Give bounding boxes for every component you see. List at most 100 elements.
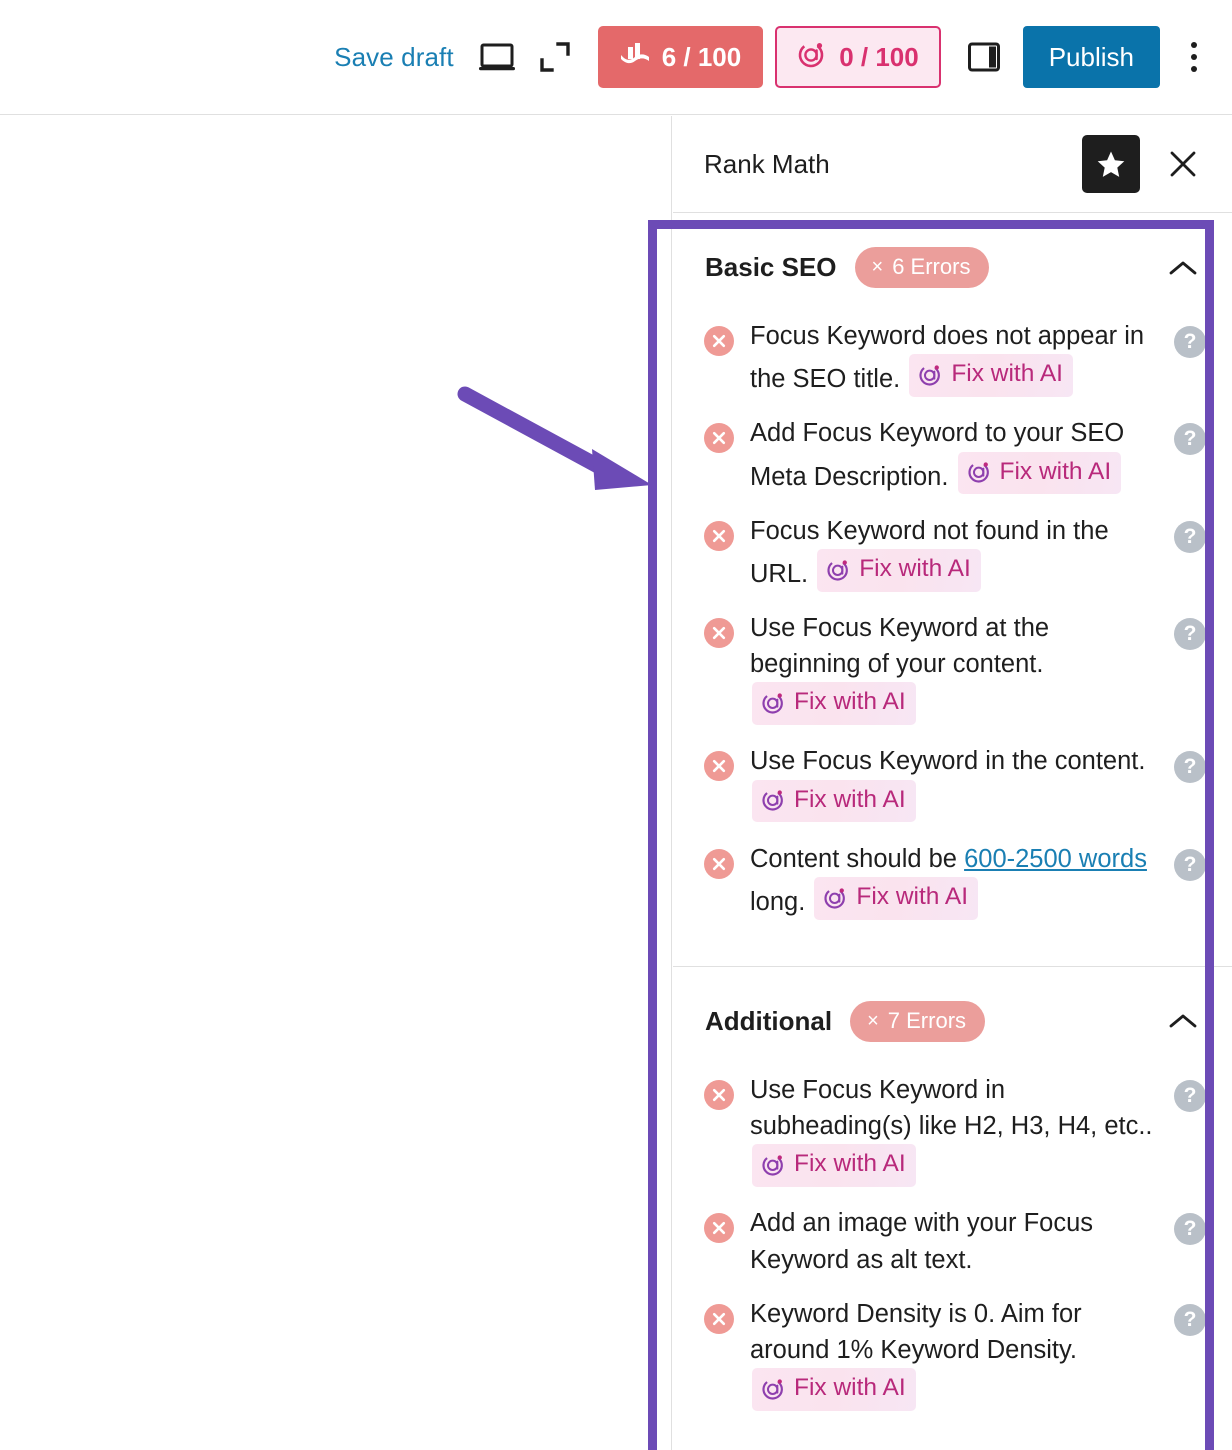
fix-with-ai-button[interactable]: Fix with AI — [909, 354, 1073, 397]
section-header[interactable]: Additional × 7 Errors — [673, 967, 1232, 1072]
item-text: Keyword Density is 0. Aim for around 1% … — [750, 1299, 1082, 1365]
item-message: Focus Keyword does not appear in the SEO… — [750, 318, 1162, 397]
seo-analysis-body: Basic SEO × 6 Errors Focus Keyword does not… — [673, 213, 1232, 1450]
help-icon[interactable]: ? — [1174, 1079, 1206, 1112]
fix-with-ai-button[interactable]: Fix with AI — [957, 451, 1122, 495]
fix-with-ai-label: Fix with AI — [794, 688, 906, 716]
help-icon[interactable]: ? — [1174, 326, 1206, 358]
badge-x-icon: × — [871, 256, 884, 278]
help-icon[interactable]: ? — [1174, 617, 1206, 650]
error-x-icon — [704, 1213, 734, 1244]
content-ai-icon — [761, 787, 786, 812]
item-text: long. — [750, 887, 813, 916]
fix-with-ai-button[interactable]: Fix with AI — [817, 548, 981, 592]
badge-x-icon: × — [867, 1009, 879, 1032]
fix-with-ai-button[interactable]: Fix with AI — [752, 682, 916, 726]
list-item: Use Focus Keyword at the beginning of yo… — [673, 610, 1232, 726]
editor-toolbar: Save draft 6 / 100 0 / 100 Publish — [0, 0, 1232, 115]
chevron-up-icon[interactable] — [1166, 251, 1200, 285]
item-text: Add an image with your Focus Keyword as … — [750, 1209, 1094, 1274]
section-items: Use Focus Keyword in subheading(s) like … — [673, 1072, 1232, 1450]
fix-with-ai-label: Fix with AI — [794, 1150, 906, 1178]
badge-label: 6 Errors — [892, 254, 971, 279]
more-options-icon[interactable] — [1172, 27, 1216, 87]
help-icon[interactable]: ? — [1174, 1213, 1206, 1246]
seo-section: Additional × 7 Errors Use Focus Keyword in … — [673, 967, 1232, 1450]
rank-math-score-icon — [620, 42, 650, 73]
section-title: Additional — [705, 1005, 833, 1036]
close-icon[interactable] — [1156, 137, 1210, 191]
fix-with-ai-label: Fix with AI — [794, 1374, 906, 1402]
content-ai-icon — [967, 459, 992, 484]
settings-sidebar-icon[interactable] — [955, 28, 1013, 86]
item-message: Use Focus Keyword in the content. Fix wi… — [750, 743, 1162, 823]
word-count-link[interactable]: 600-2500 words — [964, 845, 1147, 873]
error-x-icon — [704, 520, 734, 551]
item-message: Keyword Density is 0. Aim for around 1% … — [750, 1296, 1162, 1412]
fullscreen-icon[interactable] — [526, 28, 584, 86]
list-item: Content should be 600-2500 words long. F… — [673, 841, 1232, 920]
content-ai-icon — [761, 690, 786, 715]
device-preview-icon[interactable] — [468, 28, 526, 86]
fix-with-ai-button[interactable]: Fix with AI — [752, 1368, 916, 1412]
status-badge: × 7 Errors — [850, 1000, 986, 1042]
fix-with-ai-label: Fix with AI — [999, 457, 1112, 485]
list-item: Add an image with your Focus Keyword as … — [673, 1205, 1232, 1277]
help-icon[interactable]: ? — [1174, 423, 1206, 456]
item-message: Add Focus Keyword to your SEO Meta Descr… — [750, 415, 1162, 495]
item-text: Use Focus Keyword at the beginning of yo… — [750, 613, 1050, 679]
seo-score-value: 6 / 100 — [661, 41, 742, 72]
content-ai-icon — [797, 39, 827, 76]
item-message: Content should be 600-2500 words long. F… — [750, 841, 1162, 920]
list-item: Focus Keyword does not appear in the SEO… — [673, 318, 1232, 397]
ai-score-value: 0 / 100 — [839, 41, 919, 72]
star-icon[interactable] — [1082, 135, 1140, 193]
help-icon[interactable]: ? — [1174, 520, 1206, 553]
fix-with-ai-button[interactable]: Fix with AI — [752, 779, 916, 823]
content-ai-icon — [761, 1376, 786, 1401]
item-text: Use Focus Keyword in the content. — [750, 747, 1146, 776]
section-items: Focus Keyword does not appear in the SEO… — [673, 318, 1232, 966]
content-ai-icon — [918, 362, 943, 387]
content-ai-score-badge[interactable]: 0 / 100 — [775, 26, 941, 88]
list-item: Keyword Density is 0. Aim for around 1% … — [673, 1296, 1232, 1412]
error-x-icon — [704, 1079, 734, 1110]
content-ai-icon — [761, 1152, 786, 1177]
item-text: Content should be — [750, 844, 965, 873]
item-message: Add an image with your Focus Keyword as … — [750, 1205, 1162, 1277]
error-x-icon — [704, 1303, 734, 1334]
screen: Save draft 6 / 100 0 / 100 Publish Rank … — [0, 0, 1232, 1450]
chevron-up-icon[interactable] — [1166, 1004, 1200, 1038]
help-icon[interactable]: ? — [1174, 848, 1206, 881]
editor-canvas — [0, 116, 672, 1450]
badge-label: 7 Errors — [887, 1007, 967, 1033]
fix-with-ai-button[interactable]: Fix with AI — [752, 1144, 916, 1188]
content-ai-icon — [826, 557, 851, 582]
item-message: Focus Keyword not found in the URL. Fix … — [750, 513, 1162, 592]
list-item: Add Focus Keyword to your SEO Meta Descr… — [673, 415, 1232, 495]
item-message: Use Focus Keyword at the beginning of yo… — [750, 610, 1162, 726]
error-x-icon — [704, 751, 734, 782]
content-ai-icon — [823, 885, 848, 910]
fix-with-ai-label: Fix with AI — [859, 554, 971, 582]
error-x-icon — [704, 326, 734, 356]
error-x-icon — [704, 617, 734, 648]
fix-with-ai-label: Fix with AI — [856, 882, 969, 910]
list-item: Use Focus Keyword in subheading(s) like … — [673, 1072, 1232, 1188]
fix-with-ai-label: Fix with AI — [794, 785, 906, 813]
save-draft-button[interactable]: Save draft — [320, 32, 468, 83]
help-icon[interactable]: ? — [1174, 751, 1206, 784]
help-icon[interactable]: ? — [1174, 1303, 1206, 1336]
fix-with-ai-button[interactable]: Fix with AI — [814, 876, 979, 920]
list-item: Use Focus Keyword in the content. Fix wi… — [673, 743, 1232, 823]
fix-with-ai-label: Fix with AI — [951, 360, 1063, 388]
seo-score-badge[interactable]: 6 / 100 — [597, 26, 764, 88]
section-header[interactable]: Basic SEO × 6 Errors — [673, 213, 1232, 318]
publish-button[interactable]: Publish — [1022, 26, 1160, 88]
error-x-icon — [704, 423, 734, 454]
page-title: Rank Math — [704, 148, 830, 179]
seo-section: Basic SEO × 6 Errors Focus Keyword does not… — [673, 213, 1232, 967]
status-badge: × 6 Errors — [854, 247, 990, 288]
item-message: Use Focus Keyword in subheading(s) like … — [750, 1072, 1162, 1188]
rank-math-sidebar: Rank Math Basic SEO × 6 Errors Focus Keywor… — [673, 116, 1232, 1450]
